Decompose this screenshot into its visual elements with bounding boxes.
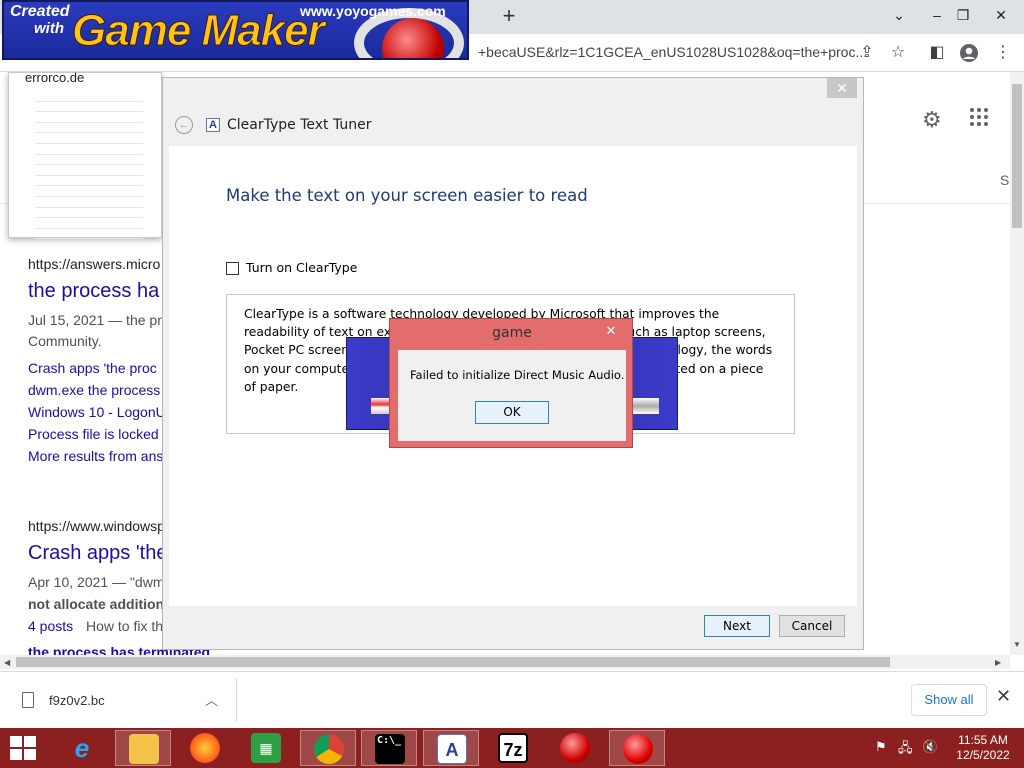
result-2-snippet: not allocate addition <box>28 596 165 612</box>
browser-menu-icon[interactable]: ⋮ <box>991 41 1015 65</box>
gamemaker-icon <box>560 733 590 763</box>
game-dialog-close-button[interactable]: ✕ <box>596 321 626 341</box>
chevron-up-icon[interactable]: ︿ <box>205 690 218 709</box>
ok-button[interactable]: OK <box>475 401 549 424</box>
start-button[interactable] <box>10 736 38 762</box>
preview-thumbnail <box>35 91 143 240</box>
store-icon: ▦ <box>251 733 281 763</box>
profile-avatar[interactable] <box>957 41 981 65</box>
clock-date: 12/5/2022 <box>956 748 1010 762</box>
share-icon[interactable]: ⇪ <box>855 41 879 65</box>
cleartype-heading: Make the text on your screen easier to r… <box>226 186 588 205</box>
download-bar-close-icon[interactable]: ✕ <box>996 686 1011 707</box>
tab-search-button[interactable]: ⌄ <box>880 0 918 30</box>
result-1-sublink[interactable]: Process file is locked <box>28 426 159 442</box>
banner-created-text: Created <box>10 3 70 20</box>
cleartype-icon: A <box>437 734 467 764</box>
taskbar-store[interactable]: ▦ <box>238 730 294 766</box>
taskbar-chrome[interactable] <box>300 730 356 766</box>
taskbar-cleartype[interactable]: A <box>423 730 479 766</box>
folder-icon <box>129 734 159 764</box>
close-window-button[interactable]: ✕ <box>982 0 1020 30</box>
banner-with-text: with <box>34 20 64 37</box>
network-icon[interactable]: 🖧 <box>898 739 913 761</box>
download-bar: f9z0v2.bc ︿ Show all ✕ <box>0 671 1024 728</box>
command-prompt-icon: C:\_ <box>375 734 405 764</box>
chrome-icon <box>314 734 344 764</box>
cleartype-checkbox-label[interactable]: Turn on ClearType <box>246 260 357 275</box>
side-panel-icon[interactable]: ◧ <box>925 41 949 65</box>
firefox-icon <box>190 733 220 763</box>
horizontal-scroll-thumb[interactable] <box>16 657 890 667</box>
download-filename[interactable]: f9z0v2.bc <box>49 693 105 708</box>
7zip-icon: 7z <box>498 733 528 763</box>
file-icon <box>22 692 34 708</box>
result-2-posts-link[interactable]: 4 posts <box>28 618 73 634</box>
cleartype-close-button[interactable]: ✕ <box>827 78 857 98</box>
url-text[interactable]: +becaUSE&rlz=1C1GCEA_enUS1028US1028&oq=t… <box>478 44 867 60</box>
result-2-url[interactable]: https://www.windowsp <box>28 518 165 534</box>
game-maker-banner: Created with Game Maker www.yoyogames.co… <box>2 0 469 60</box>
next-button[interactable]: Next <box>704 615 770 637</box>
settings-gear-icon[interactable]: ⚙ <box>922 107 942 133</box>
result-1-sublink[interactable]: Crash apps 'the proc <box>28 360 157 376</box>
cleartype-window-title: ClearType Text Tuner <box>227 117 372 133</box>
taskbar-file-explorer[interactable] <box>115 730 171 766</box>
scroll-down-arrow-icon[interactable]: ▼ <box>1013 640 1021 649</box>
cancel-button[interactable]: Cancel <box>779 615 845 637</box>
result-1-snippet: Community. <box>28 333 102 349</box>
action-center-flag-icon[interactable]: ⚑ <box>875 739 887 755</box>
game-dialog-body: Failed to initialize Direct Music Audio.… <box>398 350 626 441</box>
system-clock[interactable]: 11:55 AM 12/5/2022 <box>948 733 1018 763</box>
result-2-title[interactable]: Crash apps 'the <box>28 542 167 565</box>
download-divider <box>236 678 237 722</box>
cleartype-checkbox[interactable] <box>226 262 239 275</box>
taskbar-game[interactable] <box>609 730 665 766</box>
taskbar-firefox[interactable] <box>177 730 233 766</box>
scroll-right-arrow-icon[interactable]: ▶ <box>995 658 1001 667</box>
banner-title: Game Maker <box>72 6 326 56</box>
taskbar-7zip[interactable]: 7z <box>485 730 541 766</box>
banner-url: www.yoyogames.com <box>300 3 446 19</box>
apps-grid-icon[interactable] <box>970 108 992 130</box>
game-error-dialog: game ✕ Failed to initialize Direct Music… <box>389 318 633 448</box>
result-1-title[interactable]: the process ha <box>28 280 159 303</box>
show-all-button[interactable]: Show all <box>911 684 987 716</box>
site-preview-card: errorco.de <box>8 72 162 240</box>
bookmark-star-icon[interactable]: ☆ <box>886 41 910 65</box>
internet-explorer-icon: e <box>74 733 90 763</box>
taskbar-gamemaker[interactable] <box>547 730 603 766</box>
result-1-more-results[interactable]: More results from ans <box>28 448 163 464</box>
result-1-sublink[interactable]: Windows 10 - LogonU <box>28 404 166 420</box>
new-tab-button[interactable]: + <box>496 4 522 30</box>
volume-muted-icon[interactable]: 🔇 <box>922 739 938 755</box>
result-1-url[interactable]: https://answers.micro <box>28 256 160 272</box>
taskbar: e ▦ C:\_ A 7z ⚑ 🖧 🔇 11:55 AM 12/5/2022 <box>0 728 1024 768</box>
game-red-ball-icon <box>623 734 653 764</box>
game-dialog-message: Failed to initialize Direct Music Audio. <box>410 368 625 382</box>
splash-grey-bar <box>631 398 659 414</box>
vertical-scroll-thumb[interactable] <box>1012 84 1022 228</box>
result-1-date: Jul 15, 2021 — the pr <box>28 312 162 328</box>
cleartype-app-icon: A <box>206 118 220 132</box>
result-2-date: Apr 10, 2021 — "dwm <box>28 574 165 590</box>
restore-button[interactable]: ❐ <box>944 0 982 30</box>
sign-in-partial-text[interactable]: S <box>1000 172 1009 188</box>
result-2-posts-tail: How to fix th <box>86 618 164 634</box>
back-arrow-icon[interactable]: ← <box>175 116 193 134</box>
taskbar-cmd[interactable]: C:\_ <box>361 730 417 766</box>
screen: + ⌄ – ❐ ✕ +becaUSE&rlz=1C1GCEA_enUS1028U… <box>0 0 1024 768</box>
clock-time: 11:55 AM <box>958 733 1008 747</box>
scroll-left-arrow-icon[interactable]: ◀ <box>4 658 10 667</box>
preview-site-name: errorco.de <box>25 72 85 85</box>
taskbar-internet-explorer[interactable]: e <box>54 730 110 766</box>
result-1-sublink[interactable]: dwm.exe the process <box>28 382 160 398</box>
